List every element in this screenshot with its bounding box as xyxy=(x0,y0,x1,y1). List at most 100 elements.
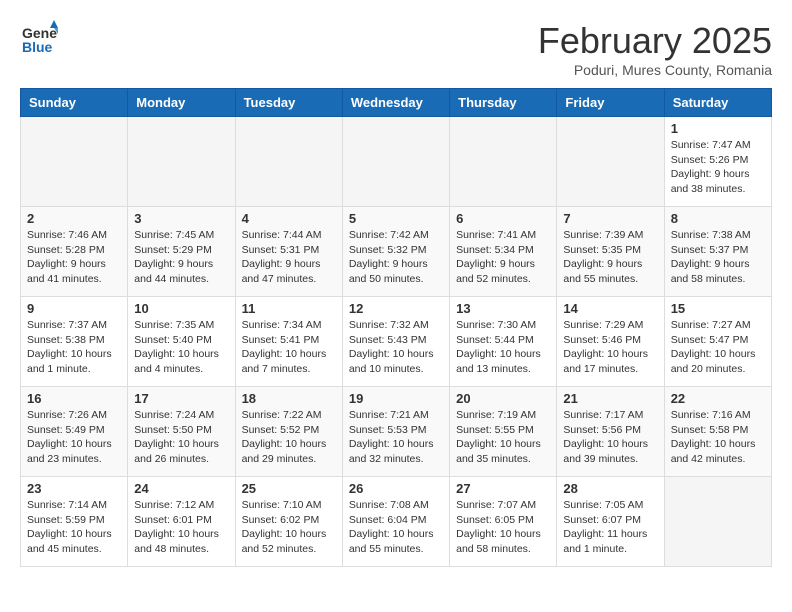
day-info: Sunrise: 7:41 AM Sunset: 5:34 PM Dayligh… xyxy=(456,228,550,287)
day-info: Sunrise: 7:22 AM Sunset: 5:52 PM Dayligh… xyxy=(242,408,336,467)
day-number: 1 xyxy=(671,121,765,136)
table-row: 19 Sunrise: 7:21 AM Sunset: 5:53 PM Dayli… xyxy=(342,387,449,477)
table-row: 8 Sunrise: 7:38 AM Sunset: 5:37 PM Daylig… xyxy=(664,207,771,297)
day-number: 15 xyxy=(671,301,765,316)
table-row xyxy=(235,117,342,207)
svg-text:Blue: Blue xyxy=(22,39,53,55)
day-info: Sunrise: 7:44 AM Sunset: 5:31 PM Dayligh… xyxy=(242,228,336,287)
table-row xyxy=(128,117,235,207)
table-row: 18 Sunrise: 7:22 AM Sunset: 5:52 PM Dayli… xyxy=(235,387,342,477)
day-number: 18 xyxy=(242,391,336,406)
header-monday: Monday xyxy=(128,89,235,117)
table-row: 9Sunrise: 7:37 AM Sunset: 5:38 PM Daylig… xyxy=(21,297,128,387)
table-row xyxy=(450,117,557,207)
day-number: 7 xyxy=(563,211,657,226)
table-row: 1 Sunrise: 7:47 AM Sunset: 5:26 PM Daylig… xyxy=(664,117,771,207)
table-row xyxy=(557,117,664,207)
day-info: Sunrise: 7:38 AM Sunset: 5:37 PM Dayligh… xyxy=(671,228,765,287)
calendar-subtitle: Poduri, Mures County, Romania xyxy=(538,62,772,78)
day-number: 17 xyxy=(134,391,228,406)
day-info: Sunrise: 7:07 AM Sunset: 6:05 PM Dayligh… xyxy=(456,498,550,557)
day-info: Sunrise: 7:42 AM Sunset: 5:32 PM Dayligh… xyxy=(349,228,443,287)
table-row xyxy=(342,117,449,207)
table-row: 25 Sunrise: 7:10 AM Sunset: 6:02 PM Dayli… xyxy=(235,477,342,567)
day-info: Sunrise: 7:34 AM Sunset: 5:41 PM Dayligh… xyxy=(242,318,336,377)
header-thursday: Thursday xyxy=(450,89,557,117)
day-number: 10 xyxy=(134,301,228,316)
day-number: 24 xyxy=(134,481,228,496)
table-row: 21 Sunrise: 7:17 AM Sunset: 5:56 PM Dayli… xyxy=(557,387,664,477)
table-row: 15 Sunrise: 7:27 AM Sunset: 5:47 PM Dayli… xyxy=(664,297,771,387)
day-number: 22 xyxy=(671,391,765,406)
table-row: 17 Sunrise: 7:24 AM Sunset: 5:50 PM Dayli… xyxy=(128,387,235,477)
day-number: 8 xyxy=(671,211,765,226)
calendar-week-row: 9Sunrise: 7:37 AM Sunset: 5:38 PM Daylig… xyxy=(21,297,772,387)
header-saturday: Saturday xyxy=(664,89,771,117)
day-number: 4 xyxy=(242,211,336,226)
day-info: Sunrise: 7:08 AM Sunset: 6:04 PM Dayligh… xyxy=(349,498,443,557)
table-row: 24 Sunrise: 7:12 AM Sunset: 6:01 PM Dayli… xyxy=(128,477,235,567)
day-info: Sunrise: 7:35 AM Sunset: 5:40 PM Dayligh… xyxy=(134,318,228,377)
table-row: 16 Sunrise: 7:26 AM Sunset: 5:49 PM Dayli… xyxy=(21,387,128,477)
day-info: Sunrise: 7:24 AM Sunset: 5:50 PM Dayligh… xyxy=(134,408,228,467)
table-row: 20 Sunrise: 7:19 AM Sunset: 5:55 PM Dayli… xyxy=(450,387,557,477)
day-info: Sunrise: 7:19 AM Sunset: 5:55 PM Dayligh… xyxy=(456,408,550,467)
day-info: Sunrise: 7:12 AM Sunset: 6:01 PM Dayligh… xyxy=(134,498,228,557)
day-number: 9 xyxy=(27,301,121,316)
day-number: 23 xyxy=(27,481,121,496)
table-row xyxy=(21,117,128,207)
day-info: Sunrise: 7:46 AM Sunset: 5:28 PM Dayligh… xyxy=(27,228,121,287)
day-number: 6 xyxy=(456,211,550,226)
day-info: Sunrise: 7:30 AM Sunset: 5:44 PM Dayligh… xyxy=(456,318,550,377)
day-info: Sunrise: 7:27 AM Sunset: 5:47 PM Dayligh… xyxy=(671,318,765,377)
day-number: 14 xyxy=(563,301,657,316)
header-tuesday: Tuesday xyxy=(235,89,342,117)
day-number: 25 xyxy=(242,481,336,496)
calendar-title: February 2025 xyxy=(538,20,772,62)
table-row: 4 Sunrise: 7:44 AM Sunset: 5:31 PM Daylig… xyxy=(235,207,342,297)
logo: General Blue xyxy=(20,20,58,63)
table-row: 14Sunrise: 7:29 AM Sunset: 5:46 PM Dayli… xyxy=(557,297,664,387)
day-info: Sunrise: 7:16 AM Sunset: 5:58 PM Dayligh… xyxy=(671,408,765,467)
day-info: Sunrise: 7:21 AM Sunset: 5:53 PM Dayligh… xyxy=(349,408,443,467)
day-number: 27 xyxy=(456,481,550,496)
table-row: 26 Sunrise: 7:08 AM Sunset: 6:04 PM Dayli… xyxy=(342,477,449,567)
header-friday: Friday xyxy=(557,89,664,117)
table-row: 10 Sunrise: 7:35 AM Sunset: 5:40 PM Dayli… xyxy=(128,297,235,387)
title-section: February 2025 Poduri, Mures County, Roma… xyxy=(538,20,772,78)
day-number: 12 xyxy=(349,301,443,316)
table-row: 2 Sunrise: 7:46 AM Sunset: 5:28 PM Daylig… xyxy=(21,207,128,297)
table-row: 13 Sunrise: 7:30 AM Sunset: 5:44 PM Dayli… xyxy=(450,297,557,387)
day-info: Sunrise: 7:10 AM Sunset: 6:02 PM Dayligh… xyxy=(242,498,336,557)
day-info: Sunrise: 7:32 AM Sunset: 5:43 PM Dayligh… xyxy=(349,318,443,377)
day-number: 20 xyxy=(456,391,550,406)
day-number: 19 xyxy=(349,391,443,406)
day-number: 5 xyxy=(349,211,443,226)
table-row: 11 Sunrise: 7:34 AM Sunset: 5:41 PM Dayli… xyxy=(235,297,342,387)
day-info: Sunrise: 7:17 AM Sunset: 5:56 PM Dayligh… xyxy=(563,408,657,467)
day-number: 26 xyxy=(349,481,443,496)
day-number: 2 xyxy=(27,211,121,226)
day-number: 16 xyxy=(27,391,121,406)
day-info: Sunrise: 7:47 AM Sunset: 5:26 PM Dayligh… xyxy=(671,138,765,197)
calendar-table: Sunday Monday Tuesday Wednesday Thursday… xyxy=(20,88,772,567)
day-info: Sunrise: 7:05 AM Sunset: 6:07 PM Dayligh… xyxy=(563,498,657,557)
day-number: 3 xyxy=(134,211,228,226)
calendar-week-row: 1 Sunrise: 7:47 AM Sunset: 5:26 PM Daylig… xyxy=(21,117,772,207)
day-number: 28 xyxy=(563,481,657,496)
day-info: Sunrise: 7:39 AM Sunset: 5:35 PM Dayligh… xyxy=(563,228,657,287)
table-row: 27 Sunrise: 7:07 AM Sunset: 6:05 PM Dayli… xyxy=(450,477,557,567)
day-info: Sunrise: 7:26 AM Sunset: 5:49 PM Dayligh… xyxy=(27,408,121,467)
header-sunday: Sunday xyxy=(21,89,128,117)
calendar-week-row: 2 Sunrise: 7:46 AM Sunset: 5:28 PM Daylig… xyxy=(21,207,772,297)
header-wednesday: Wednesday xyxy=(342,89,449,117)
day-number: 11 xyxy=(242,301,336,316)
day-number: 21 xyxy=(563,391,657,406)
calendar-week-row: 23 Sunrise: 7:14 AM Sunset: 5:59 PM Dayli… xyxy=(21,477,772,567)
table-row: 5 Sunrise: 7:42 AM Sunset: 5:32 PM Daylig… xyxy=(342,207,449,297)
table-row: 12 Sunrise: 7:32 AM Sunset: 5:43 PM Dayli… xyxy=(342,297,449,387)
day-number: 13 xyxy=(456,301,550,316)
table-row: 3Sunrise: 7:45 AM Sunset: 5:29 PM Daylig… xyxy=(128,207,235,297)
table-row: 23 Sunrise: 7:14 AM Sunset: 5:59 PM Dayli… xyxy=(21,477,128,567)
day-info: Sunrise: 7:14 AM Sunset: 5:59 PM Dayligh… xyxy=(27,498,121,557)
